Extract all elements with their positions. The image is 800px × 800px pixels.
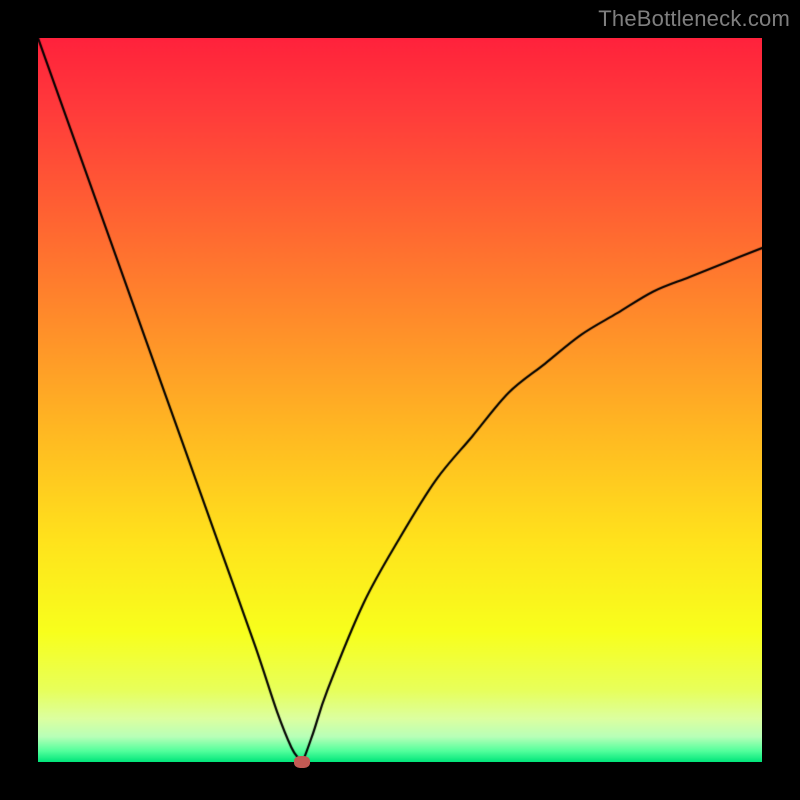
chart-frame: TheBottleneck.com (0, 0, 800, 800)
optimal-marker (294, 756, 310, 768)
watermark-text: TheBottleneck.com (598, 6, 790, 32)
plot-area (38, 38, 762, 762)
bottleneck-curve (38, 38, 762, 762)
